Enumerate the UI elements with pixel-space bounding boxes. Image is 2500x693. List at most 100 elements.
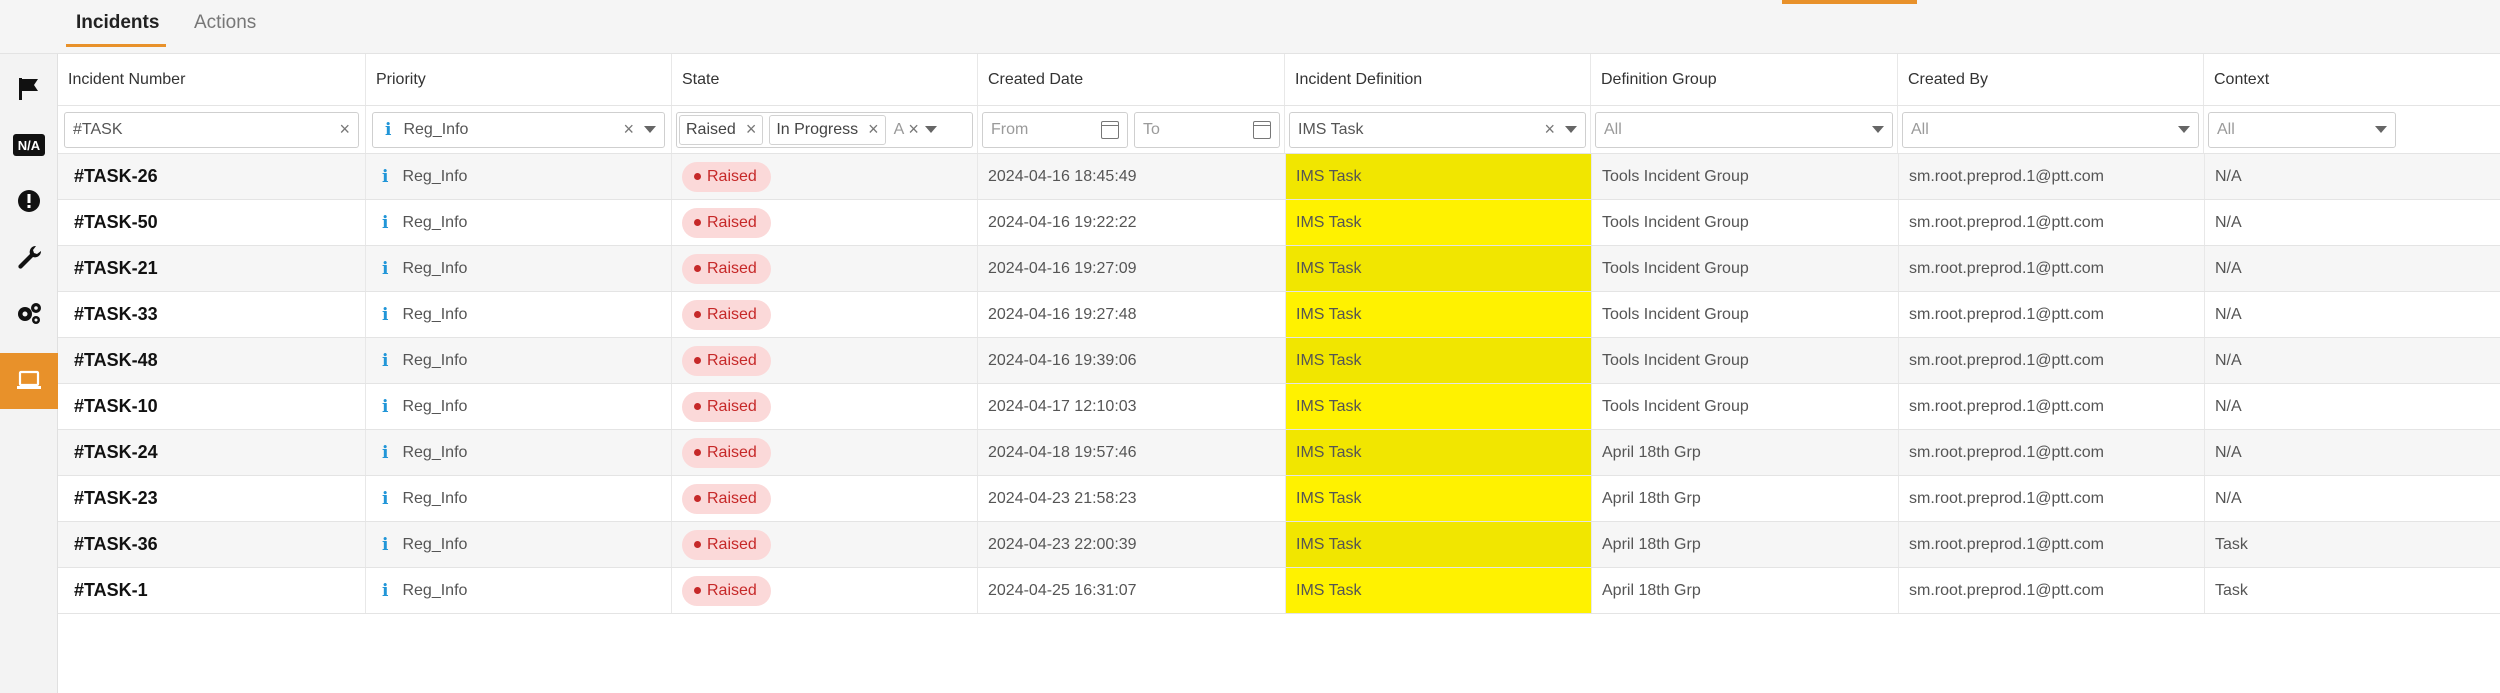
top-bar: Incidents Actions <box>0 0 2500 54</box>
table-row[interactable]: #TASK-48 i Reg_Info Raised 2024-04-16 19… <box>58 338 2500 384</box>
incident-number[interactable]: #TASK-10 <box>58 384 365 429</box>
created-to-field[interactable]: To <box>1134 111 1280 148</box>
column-header[interactable]: Incident Number <box>58 54 365 105</box>
incident-number[interactable]: #TASK-21 <box>58 246 365 291</box>
remove-chip-icon[interactable]: × <box>868 119 879 140</box>
calendar-icon[interactable] <box>1253 120 1271 139</box>
filter-cell: From To <box>977 106 1284 153</box>
info-icon: i <box>382 212 389 233</box>
definition-group: April 18th Grp <box>1591 476 1898 521</box>
sidebar-item-incidents[interactable] <box>0 353 58 409</box>
definition-filter[interactable]: IMS Task × <box>1289 111 1586 148</box>
created-from-placeholder: From <box>991 120 1029 138</box>
alert-icon <box>18 190 40 212</box>
sidebar-item-tools[interactable] <box>0 229 58 285</box>
definition-group: Tools Incident Group <box>1591 246 1898 291</box>
table-row[interactable]: #TASK-33 i Reg_Info Raised 2024-04-16 19… <box>58 292 2500 338</box>
active-tab-indicator <box>66 44 166 47</box>
clear-icon[interactable]: × <box>339 119 350 140</box>
priority-cell: i Reg_Info <box>365 476 671 521</box>
incident-number-filter[interactable]: #TASK × <box>64 111 359 148</box>
incident-number[interactable]: #TASK-1 <box>58 568 365 613</box>
clear-icon[interactable]: × <box>623 119 634 140</box>
tab-incidents[interactable]: Incidents <box>76 12 159 34</box>
clear-icon[interactable]: × <box>908 119 919 140</box>
table-row[interactable]: #TASK-21 i Reg_Info Raised 2024-04-16 19… <box>58 246 2500 292</box>
chevron-down-icon[interactable] <box>2178 126 2190 133</box>
gears-icon <box>18 303 41 324</box>
chevron-down-icon[interactable] <box>1565 126 1577 133</box>
table-row[interactable]: #TASK-10 i Reg_Info Raised 2024-04-17 12… <box>58 384 2500 430</box>
group-filter[interactable]: All <box>1595 111 1893 148</box>
created-date: 2024-04-16 19:27:48 <box>977 292 1284 337</box>
clear-icon[interactable]: × <box>1544 119 1555 140</box>
state-filter[interactable]: Raised × In Progress × A × <box>676 111 973 148</box>
state-chip[interactable]: In Progress × <box>769 114 886 145</box>
priority-label: Reg_Info <box>402 259 468 277</box>
incident-number[interactable]: #TASK-33 <box>58 292 365 337</box>
column-header[interactable]: Context <box>2203 54 2400 105</box>
status-label: Raised <box>707 351 757 369</box>
sidebar-item-settings[interactable] <box>0 285 58 341</box>
column-header[interactable]: Priority <box>365 54 671 105</box>
filter-cell: IMS Task × <box>1284 106 1590 153</box>
status-badge: Raised <box>682 391 771 422</box>
status-badge: Raised <box>682 299 771 330</box>
status-badge: Raised <box>682 253 771 284</box>
context: N/A <box>2204 246 2401 291</box>
info-icon: i <box>382 396 389 417</box>
column-header[interactable]: Definition Group <box>1590 54 1897 105</box>
incident-number[interactable]: #TASK-50 <box>58 200 365 245</box>
created-by-filter[interactable]: All <box>1902 111 2199 148</box>
created-by: sm.root.preprod.1@ptt.com <box>1898 384 2204 429</box>
table-row[interactable]: #TASK-24 i Reg_Info Raised 2024-04-18 19… <box>58 430 2500 476</box>
definition-group: April 18th Grp <box>1591 430 1898 475</box>
state-chip[interactable]: Raised × <box>679 114 764 145</box>
chevron-down-icon[interactable] <box>2375 126 2387 133</box>
chevron-down-icon[interactable] <box>644 126 656 133</box>
tab-actions[interactable]: Actions <box>194 12 256 34</box>
chevron-down-icon[interactable] <box>1872 126 1884 133</box>
incident-number[interactable]: #TASK-24 <box>58 430 365 475</box>
table-row[interactable]: #TASK-50 i Reg_Info Raised 2024-04-16 19… <box>58 200 2500 246</box>
priority-cell: i Reg_Info <box>365 154 671 199</box>
chevron-down-icon[interactable] <box>924 126 937 133</box>
incident-number[interactable]: #TASK-48 <box>58 338 365 383</box>
column-header[interactable]: State <box>671 54 977 105</box>
context-filter[interactable]: All <box>2208 111 2396 148</box>
created-date: 2024-04-16 19:27:09 <box>977 246 1284 291</box>
priority-label: Reg_Info <box>402 581 468 599</box>
sidebar-item-alert[interactable] <box>0 173 58 229</box>
state-cell: Raised <box>671 522 977 567</box>
status-label: Raised <box>707 535 757 553</box>
table-row[interactable]: #TASK-36 i Reg_Info Raised 2024-04-23 22… <box>58 522 2500 568</box>
calendar-icon[interactable] <box>1101 120 1119 139</box>
incident-definition: IMS Task <box>1285 292 1591 337</box>
priority-filter[interactable]: i Reg_Info × <box>372 111 665 148</box>
created-date: 2024-04-16 18:45:49 <box>977 154 1284 199</box>
status-dot <box>694 357 701 364</box>
incident-number[interactable]: #TASK-26 <box>58 154 365 199</box>
definition-group: Tools Incident Group <box>1591 200 1898 245</box>
incident-number[interactable]: #TASK-23 <box>58 476 365 521</box>
created-date: 2024-04-16 19:39:06 <box>977 338 1284 383</box>
column-header[interactable]: Created Date <box>977 54 1284 105</box>
state-chip-truncated[interactable]: A <box>891 114 907 145</box>
incident-definition: IMS Task <box>1285 246 1591 291</box>
table-row[interactable]: #TASK-26 i Reg_Info Raised 2024-04-16 18… <box>58 154 2500 200</box>
state-cell: Raised <box>671 292 977 337</box>
column-header[interactable]: Created By <box>1897 54 2203 105</box>
created-by: sm.root.preprod.1@ptt.com <box>1898 200 2204 245</box>
table-header: Incident Number Priority State Created D… <box>58 54 2500 106</box>
table-row[interactable]: #TASK-1 i Reg_Info Raised 2024-04-25 16:… <box>58 568 2500 614</box>
sidebar-item-na[interactable]: N/A <box>0 117 58 173</box>
column-header[interactable]: Incident Definition <box>1284 54 1590 105</box>
created-from-field[interactable]: From <box>982 111 1128 148</box>
remove-chip-icon[interactable]: × <box>746 119 757 140</box>
status-label: Raised <box>707 581 757 599</box>
incident-number[interactable]: #TASK-36 <box>58 522 365 567</box>
state-cell: Raised <box>671 154 977 199</box>
sidebar-item-flag[interactable] <box>0 61 58 117</box>
status-badge: Raised <box>682 207 771 238</box>
table-row[interactable]: #TASK-23 i Reg_Info Raised 2024-04-23 21… <box>58 476 2500 522</box>
